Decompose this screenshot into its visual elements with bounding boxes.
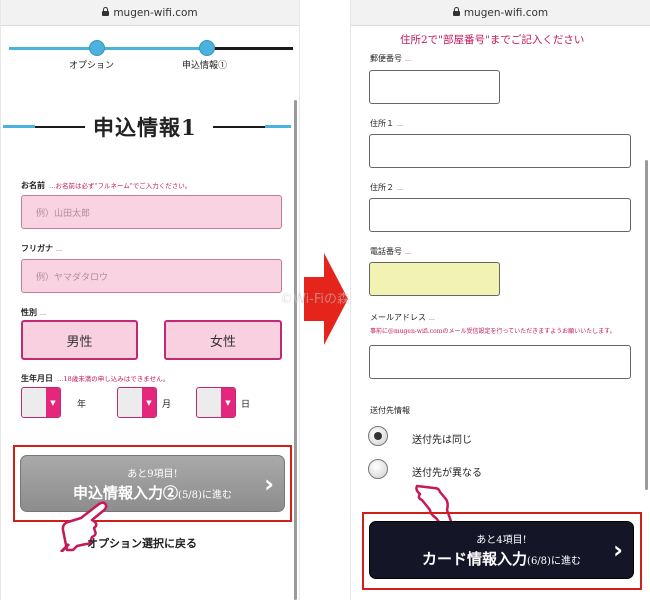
left-phone-screen: mugen-wifi.com オプション 申込情報① 申込情報1 お名前 …お名前… (0, 0, 300, 600)
required-mark: … (429, 315, 435, 322)
next-step-label: カード情報入力(6/8)に進む (422, 550, 581, 568)
required-mark: … (405, 249, 411, 256)
kana-placeholder: 例）ヤマダタロウ (36, 272, 109, 283)
progress-step-label: 申込情報① (182, 61, 228, 71)
phone-input[interactable] (369, 262, 500, 296)
kana-input[interactable]: 例）ヤマダタロウ (21, 259, 282, 293)
ship-same-radio[interactable] (368, 426, 388, 446)
back-to-options-link[interactable]: オプション選択に戻る (87, 535, 197, 551)
progress-step-label: オプション (69, 61, 115, 71)
birth-day-select[interactable]: ▼ (196, 387, 236, 418)
address-bar[interactable]: mugen-wifi.com (351, 0, 650, 26)
address-bar[interactable]: mugen-wifi.com (1, 0, 299, 26)
remaining-items-text: あと9項目! (127, 468, 178, 480)
progress-step-dot (199, 40, 215, 56)
gender-male-button[interactable]: 男性 (21, 320, 138, 360)
birthdate-label: 生年月日 …18歳未満の申し込みはできません。 (21, 373, 170, 383)
scrollbar[interactable] (645, 160, 648, 490)
page-title: 申込情報1 (1, 112, 291, 142)
required-mark: … (56, 246, 62, 253)
title-rule (213, 126, 265, 128)
lock-icon (102, 7, 110, 16)
required-mark: … (40, 310, 46, 317)
url-text: mugen-wifi.com (463, 6, 549, 19)
name-hint: …お名前は必ず"フルネーム"でご入力ください。 (49, 182, 192, 190)
progress-line-todo (207, 47, 293, 50)
required-mark: … (405, 56, 411, 63)
required-mark: … (397, 121, 403, 128)
birth-month-select[interactable]: ▼ (117, 387, 157, 418)
page-title-text: 申込情報1 (93, 115, 197, 140)
ship-different-radio[interactable] (368, 459, 388, 479)
scrollbar[interactable] (294, 100, 297, 600)
address1-label: 住所１… (370, 119, 403, 128)
email-label: メールアドレス… (370, 313, 435, 322)
ship-different-label: 送付先が異なる (412, 468, 482, 479)
phone-label: 電話番号… (370, 247, 411, 256)
kana-label: フリガナ… (21, 243, 62, 253)
remaining-items-text: あと4項目! (476, 535, 527, 546)
shipping-label: 送付先情報 (370, 406, 410, 415)
birth-year-select[interactable]: ▼ (21, 387, 61, 418)
birth-year-unit: 年 (77, 400, 87, 410)
ship-same-label: 送付先は同じ (412, 435, 472, 446)
birth-day-unit: 日 (241, 400, 251, 410)
address2-input[interactable] (369, 198, 631, 232)
lock-icon (452, 7, 460, 16)
address-note: 住所2で"部屋番号"までご記入ください (400, 34, 585, 46)
chevron-down-icon: ▼ (221, 388, 235, 417)
postal-code-input[interactable] (369, 70, 500, 104)
name-label: お名前 …お名前は必ず"フルネーム"でご入力ください。 (21, 180, 192, 190)
watermark: ©Wi-Fiの森 (280, 292, 351, 307)
gender-label: 性別… (21, 307, 46, 317)
name-placeholder: 例）山田太郎 (36, 208, 91, 219)
chevron-right-icon: › (613, 536, 623, 564)
chevron-down-icon: ▼ (142, 388, 156, 417)
email-input[interactable] (369, 345, 631, 379)
email-note: 事前に@mugen-wifi.comのメール受信設定を行っていただきますようお願… (370, 328, 616, 335)
birthdate-hint: …18歳未満の申し込みはできません。 (57, 375, 170, 383)
url-text: mugen-wifi.com (113, 6, 198, 19)
radio-selected-dot (374, 432, 382, 440)
chevron-down-icon: ▼ (46, 388, 60, 417)
gender-female-button[interactable]: 女性 (164, 320, 282, 360)
required-mark: … (397, 185, 403, 192)
address2-label: 住所２… (370, 183, 403, 192)
title-rule (35, 126, 85, 128)
card-info-next-button[interactable]: あと4項目! カード情報入力(6/8)に進む › (369, 521, 634, 579)
birth-month-unit: 月 (162, 400, 172, 410)
progress-step-dot (89, 40, 105, 56)
address1-input[interactable] (369, 134, 631, 168)
title-rule-accent (265, 125, 291, 128)
title-rule-accent (3, 125, 35, 128)
chevron-right-icon: › (264, 469, 274, 498)
progress-line-done (9, 47, 97, 50)
progress-line-done (97, 47, 207, 50)
name-input[interactable]: 例）山田太郎 (21, 195, 282, 229)
postal-label: 郵便番号… (370, 54, 411, 63)
